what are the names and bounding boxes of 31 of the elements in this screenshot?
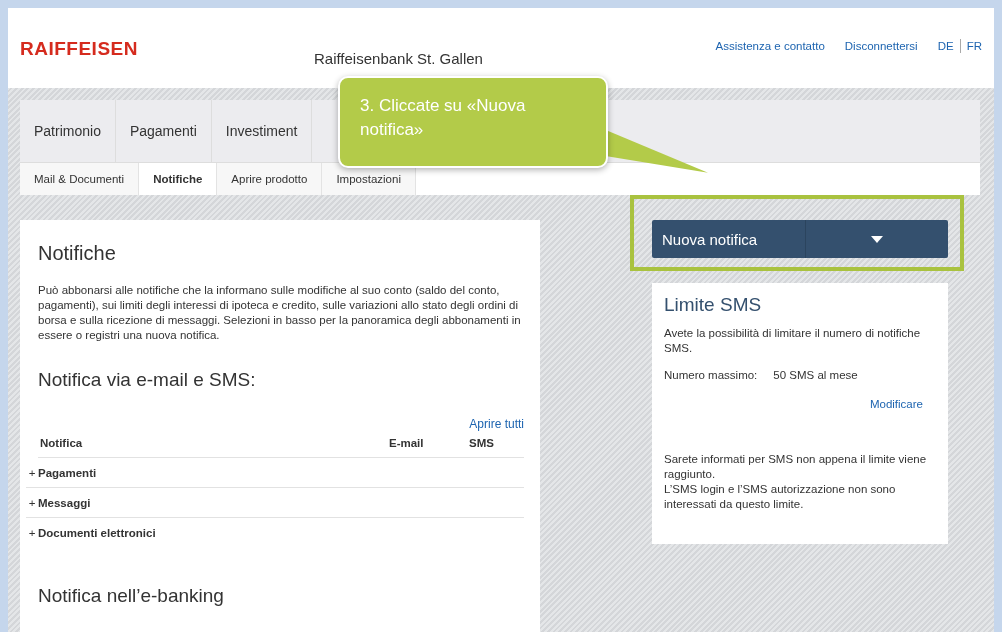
- edit-link[interactable]: Modificare: [869, 398, 923, 410]
- instruction-tooltip: 3. Cliccate su «Nuova notifica»: [338, 76, 608, 168]
- main-nav-tab[interactable]: Patrimonio: [20, 100, 116, 162]
- header-link[interactable]: Assistenza e contatto: [715, 40, 825, 52]
- intro-text: Può abbonarsi alle notifiche che la informano sulle modifiche al suo conto (saldo del conto, pagamenti), sui limiti degli interessi di ipoteca e credito, sulle variazioni allo stato degli ordini di borsa e sulla ricezione di messaggi. Selezioni in basso per la panoramica degli abbonamenti in essere o registri una nuova notifica.: [38, 283, 522, 343]
- notification-category-row[interactable]: + Documenti elettronici: [26, 518, 524, 547]
- column-header: SMS: [469, 437, 495, 449]
- main-nav-tab[interactable]: Investiment: [211, 100, 313, 162]
- section-title: Notifica via e-mail e SMS:: [38, 369, 257, 391]
- new-notification-dropdown[interactable]: Nuova notifica: [652, 220, 948, 258]
- column-header: E-mail: [389, 437, 425, 449]
- card-title: Limite SMS: [664, 297, 763, 312]
- max-label: Numero massimo:: [664, 368, 758, 383]
- sub-nav-tab[interactable]: Aprire prodotto: [217, 163, 323, 195]
- sub-nav-tab[interactable]: Mail & Documenti: [20, 163, 140, 195]
- card-note: Sarete informati per SMS non appena il limite viene raggiunto. L’SMS login e l’SMS autorizzazione non sono interessati da questo limite.: [664, 452, 928, 512]
- section-title: Notifica nell’e-banking: [38, 585, 225, 607]
- bank-logo[interactable]: RAIFFEISEN: [20, 38, 138, 60]
- caret-icon: [870, 235, 883, 243]
- page-title: Notifiche: [38, 242, 117, 265]
- language-link[interactable]: DE: [937, 40, 954, 52]
- max-value: 50 SMS al mese: [773, 368, 858, 383]
- header-link[interactable]: Disconnettersi: [844, 40, 918, 52]
- main-nav-tab[interactable]: Pagamenti: [115, 100, 212, 162]
- card-text: Avete la possibilità di limitare il numero di notifiche SMS.: [664, 326, 922, 356]
- notification-category-row[interactable]: + Pagamenti: [26, 458, 524, 488]
- language-link[interactable]: FR: [966, 40, 982, 52]
- bank-name: Raiffeisenbank St. Gallen: [313, 50, 483, 67]
- column-header: Notifica: [40, 437, 84, 449]
- notification-category-row[interactable]: + Messaggi: [26, 488, 524, 518]
- open-all-link[interactable]: Aprire tutti: [469, 417, 524, 431]
